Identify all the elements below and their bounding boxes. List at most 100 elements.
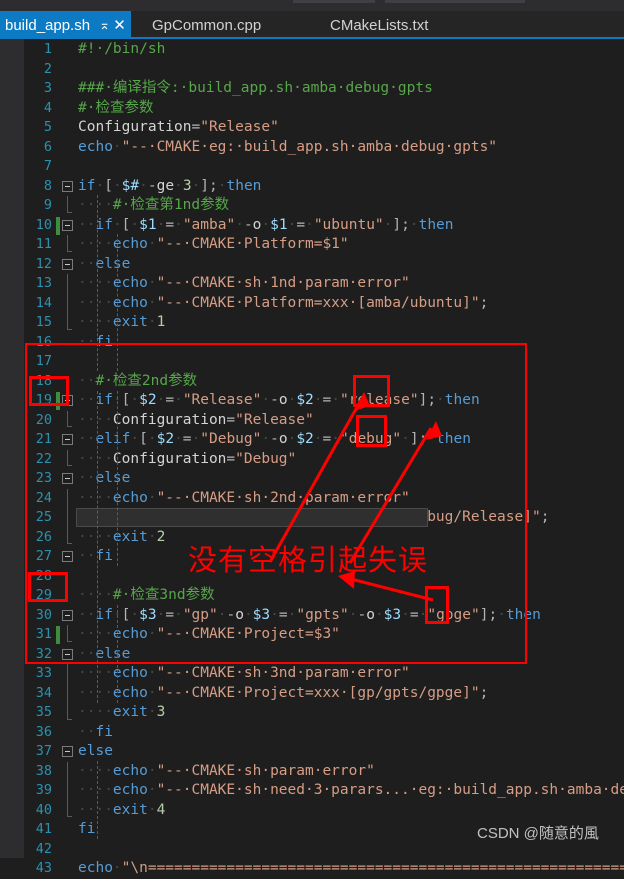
code-text: else	[78, 743, 113, 759]
code-line[interactable]: 4 #·检查参数	[0, 99, 624, 119]
line-number: 7	[43, 158, 52, 174]
code-text: Configuration="Release"	[78, 119, 279, 135]
line-number: 15	[35, 314, 52, 330]
code-line[interactable]: 40 ····exit·4	[0, 801, 624, 821]
linenumber-30-box	[28, 572, 68, 602]
fold-bracket-foot	[67, 211, 72, 213]
code-line[interactable]: 38 ····echo·"--·CMAKE·sh·param·error"	[0, 762, 624, 782]
fold-bracket-foot	[67, 718, 72, 720]
code-line[interactable]: 8 if·[·$#·-ge·3·];·then	[0, 177, 624, 197]
line-number: 43	[35, 860, 52, 876]
code-line[interactable]: 10 ··if·[·$1·=·"amba"·-o·$1·=·"ubuntu"·];…	[0, 216, 624, 236]
line-number: 37	[35, 743, 52, 759]
code-text: if·[·$#·-ge·3·];·then	[78, 177, 262, 194]
code-text: ····exit·1	[78, 314, 166, 330]
code-text: ····echo·"--·CMAKE·Platform=xxx·[amba/ub…	[78, 294, 489, 311]
code-line[interactable]: 15 ····exit·1	[0, 313, 624, 333]
fold-bracket	[67, 664, 68, 719]
code-line[interactable]: 9 ····#·检查第1nd参数	[0, 196, 624, 216]
line-number: 36	[35, 723, 52, 740]
line-number: 1	[43, 41, 52, 57]
code-line[interactable]: 12 ··else	[0, 255, 624, 275]
toolbar-ghost-item-1	[293, 0, 375, 3]
tab-gpcommon-cpp[interactable]: GpCommon.cpp	[152, 11, 261, 39]
toolbar-ghost-item-2	[385, 0, 525, 3]
fold-toggle-icon[interactable]	[62, 219, 73, 231]
code-text: ··if·[·$1·=·"amba"·-o·$1·=·"ubuntu"·];·t…	[78, 216, 454, 233]
code-text: ····exit·3	[78, 704, 166, 720]
line-number: 9	[43, 197, 52, 213]
line-number: 2	[43, 60, 52, 77]
code-text: echo·"--·CMAKE·eg:·build_app.sh·amba·deb…	[78, 138, 498, 155]
fold-bracket-foot	[67, 328, 72, 330]
fold-bracket	[67, 274, 68, 329]
tab-cmakelists-txt[interactable]: CMakeLists.txt	[330, 11, 428, 39]
code-line[interactable]: 35 ····exit·3	[0, 703, 624, 723]
line-number: 40	[35, 801, 52, 818]
code-text: ····echo·"--·CMAKE·Platform=$1"	[78, 236, 349, 252]
code-line[interactable]: 7	[0, 157, 624, 177]
code-line[interactable]: 34 ····echo·"--·CMAKE·Project=xxx·[gp/gpt…	[0, 684, 624, 704]
window-top-strip	[0, 0, 624, 11]
line-number: 14	[35, 294, 52, 311]
code-line[interactable]: 14 ····echo·"--·CMAKE·Platform=xxx·[amba/…	[0, 294, 624, 314]
watermark: CSDN @随意的風	[477, 825, 599, 842]
code-line[interactable]: 2	[0, 60, 624, 80]
fold-toggle-icon[interactable]	[62, 258, 73, 270]
code-line[interactable]: 6 echo·"--·CMAKE·eg:·build_app.sh·amba·de…	[0, 138, 624, 158]
line-number: 4	[43, 99, 52, 116]
code-line[interactable]: 43 echo·"\n==============================…	[0, 859, 624, 879]
code-line[interactable]: 13 ····echo·"--·CMAKE·sh·1nd·param·error"	[0, 274, 624, 294]
line-number: 6	[43, 138, 52, 155]
code-text: fi	[78, 821, 96, 837]
code-line[interactable]: 33 ····echo·"--·CMAKE·sh·3nd·param·error"	[0, 664, 624, 684]
code-text: ····echo·"--·CMAKE·sh·1nd·param·error"	[78, 275, 410, 291]
fold-toggle-icon[interactable]	[62, 180, 73, 192]
line-number: 41	[35, 821, 52, 837]
missing-space-release-box	[353, 375, 390, 407]
space-present-debug-box	[356, 415, 387, 447]
line-number: 5	[43, 119, 52, 135]
line-number: 12	[35, 255, 52, 272]
line-number: 11	[35, 236, 52, 252]
line-number: 39	[35, 782, 52, 798]
code-line[interactable]: 36 ··fi	[0, 723, 624, 743]
code-text: ··fi	[78, 723, 113, 740]
line-number: 34	[35, 684, 52, 701]
code-line[interactable]: 5 Configuration="Release"	[0, 118, 624, 138]
code-line[interactable]: 11 ····echo·"--·CMAKE·Platform=$1"	[0, 235, 624, 255]
code-line[interactable]: 3 ###·编译指令:·build_app.sh·amba·debug·gpts	[0, 79, 624, 99]
code-line[interactable]: 37 else	[0, 742, 624, 762]
code-text: ····echo·"--·CMAKE·sh·3nd·param·error"	[78, 665, 410, 681]
fold-bracket-foot	[67, 250, 72, 252]
annotation-note-text: 没有空格引起失误	[188, 543, 429, 577]
fold-toggle-icon[interactable]	[62, 746, 73, 757]
code-text: ····exit·4	[78, 801, 166, 818]
tab-label: CMakeLists.txt	[330, 16, 429, 34]
editor-tab-bar[interactable]: build_app.sh ⌅ ✕ GpCommon.cpp CMakeLists…	[0, 11, 624, 39]
linenumber-19-box	[29, 376, 69, 406]
code-text: echo·"\n================================…	[78, 860, 624, 876]
line-number: 8	[43, 177, 52, 194]
missing-space-gpge-box	[425, 586, 449, 624]
tab-label: build_app.sh	[5, 16, 91, 34]
indent-guide	[97, 761, 98, 839]
code-line[interactable]: 39 ····echo·"--·CMAKE·sh·need·3·parars...…	[0, 781, 624, 801]
line-number: 38	[35, 762, 52, 779]
line-number: 3	[43, 80, 52, 96]
code-text: #!·/bin/sh	[78, 41, 166, 57]
code-text: #·检查参数	[78, 99, 154, 116]
code-line[interactable]: 1 #!·/bin/sh	[0, 40, 624, 60]
line-number: 13	[35, 275, 52, 291]
region-box	[25, 343, 527, 664]
pin-icon[interactable]: ⌅	[97, 15, 112, 35]
tab-build-app-sh[interactable]: build_app.sh ⌅ ✕	[0, 11, 132, 39]
close-icon[interactable]: ✕	[112, 15, 127, 35]
line-number: 10	[35, 216, 52, 233]
fold-bracket	[67, 196, 68, 212]
change-marker	[56, 216, 60, 235]
code-text: ··else	[78, 255, 131, 272]
fold-bracket	[67, 761, 68, 816]
fold-bracket-foot	[67, 816, 72, 817]
code-text: ###·编译指令:·build_app.sh·amba·debug·gpts	[78, 80, 433, 96]
